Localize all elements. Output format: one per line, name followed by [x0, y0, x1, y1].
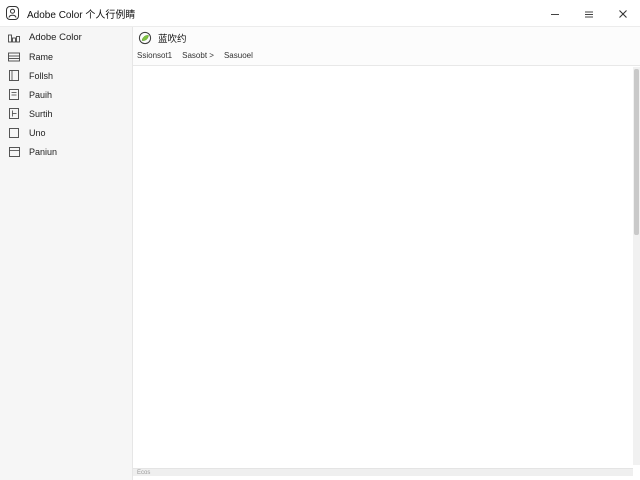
sidebar: Adobe Color Rame Follsh Pauih Surtih Uno…: [0, 27, 133, 480]
sidebar-item-pauih[interactable]: Pauih: [0, 85, 132, 104]
window-title: Adobe Color 个人行例睛: [27, 9, 136, 21]
sidebar-item-uno[interactable]: Uno: [0, 123, 132, 142]
page-icon: [8, 89, 20, 101]
card-icon: [8, 51, 20, 63]
sidebar-item-label: Rame: [29, 51, 54, 62]
breadcrumb-item[interactable]: Ssionsot1: [137, 51, 172, 60]
sidebar-item-label: Surtih: [29, 108, 53, 119]
breadcrumb-item[interactable]: Sasobt >: [182, 51, 214, 60]
close-icon: [619, 9, 627, 18]
sidebar-item-paniun[interactable]: Paniun: [0, 142, 132, 161]
document-icon: [8, 70, 20, 82]
minimize-icon: [551, 13, 559, 15]
grid-icon: [8, 32, 20, 44]
main-panel: 蓝吹约 Ssionsot1 Sasobt > Sasuoel Ecos: [133, 27, 640, 480]
app-logo-icon: [6, 6, 19, 20]
sidebar-item-label: Pauih: [29, 89, 53, 100]
breadcrumb-item[interactable]: Sasuoel: [224, 51, 253, 60]
panel-icon: [8, 146, 20, 158]
scrollbar-thumb[interactable]: [634, 69, 639, 235]
image-icon: [8, 108, 20, 120]
status-bar: Ecos: [133, 468, 633, 476]
sidebar-item-label: Paniun: [29, 146, 58, 157]
sidebar-item-rame[interactable]: Rame: [0, 47, 132, 66]
sidebar-item-label: Follsh: [29, 70, 54, 81]
status-text: Ecos: [137, 469, 151, 476]
breadcrumb: Ssionsot1 Sasobt > Sasuoel: [137, 50, 263, 61]
window-controls: [538, 0, 640, 27]
square-icon: [8, 127, 20, 139]
leaf-circle-icon: [138, 31, 152, 45]
title-bar: Adobe Color 个人行例睛: [0, 0, 640, 27]
sidebar-item-follsh[interactable]: Follsh: [0, 66, 132, 85]
close-button[interactable]: [606, 0, 640, 27]
restore-icon: [585, 11, 593, 17]
sidebar-item-label: Uno: [29, 127, 46, 138]
restore-button[interactable]: [572, 0, 606, 27]
sidebar-item-surtih[interactable]: Surtih: [0, 104, 132, 123]
content-area: [133, 67, 633, 465]
sidebar-item-label: Adobe Color: [29, 32, 82, 43]
vertical-scrollbar[interactable]: [633, 67, 640, 465]
page-title: 蓝吹约: [158, 34, 187, 45]
page-title-row: 蓝吹约: [138, 31, 187, 45]
page-header: 蓝吹约 Ssionsot1 Sasobt > Sasuoel: [133, 27, 640, 66]
sidebar-item-adobe-color[interactable]: Adobe Color: [0, 27, 132, 47]
minimize-button[interactable]: [538, 0, 572, 27]
